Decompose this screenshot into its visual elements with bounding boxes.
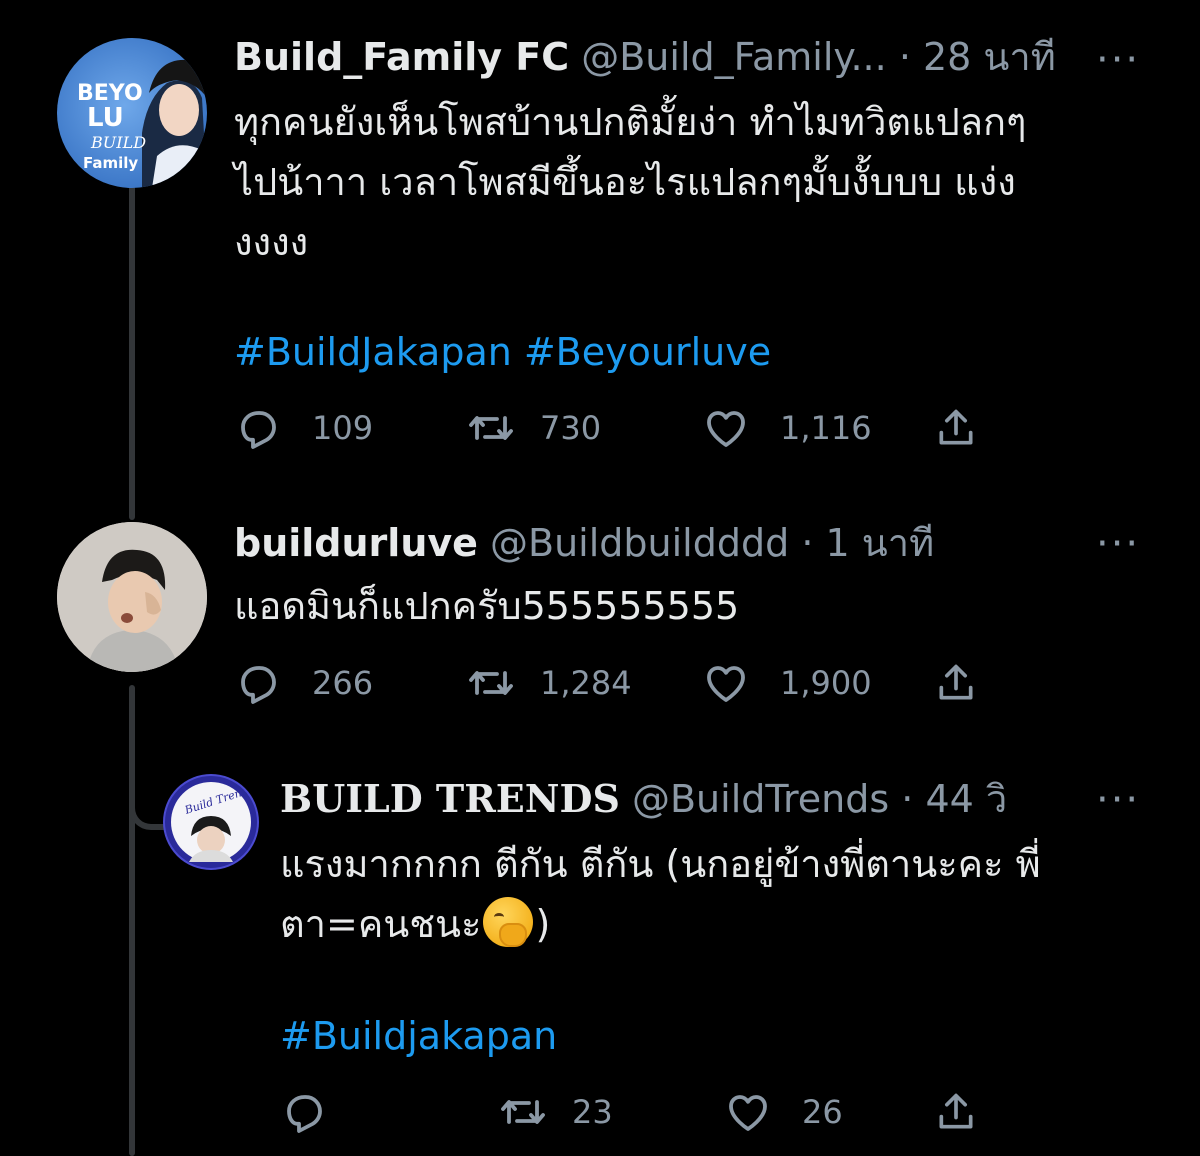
separator-dot: · [801, 521, 814, 565]
display-name[interactable]: BUILD TRENDS [280, 776, 620, 821]
tweet-text-fragment: ตา=คนชนะ [280, 902, 482, 946]
heart-icon [707, 411, 745, 447]
share-button[interactable] [934, 1087, 978, 1137]
tweet-text: ทุกคนยังเห็นโพสบ้านปกติมั้ยง่า ทำไมทวิตแ… [234, 100, 1027, 264]
tweet-header: BUILD TRENDS @BuildTrends · 44 วิ [280, 776, 1007, 822]
reply-icon [241, 411, 276, 449]
share-icon [939, 664, 973, 700]
tweet-text: แรงมากกกก ตีกัน ตีกัน (นกอยู่ข้างพี่ตานะ… [280, 834, 1180, 954]
display-name[interactable]: buildurluve [234, 521, 478, 565]
user-handle[interactable]: @Build_Family... [581, 35, 886, 79]
timestamp[interactable]: 44 วิ [925, 777, 1007, 821]
retweet-icon [501, 1100, 545, 1124]
tweet-header: Build_Family FC @Build_Family... · 28 นา… [234, 34, 1056, 80]
tweet-actions: 109 730 1,116 [234, 403, 994, 453]
reply-count: 266 [312, 664, 374, 702]
like-button[interactable]: 1,900 [702, 658, 872, 708]
like-count: 26 [802, 1093, 843, 1131]
reply-icon [287, 1095, 322, 1133]
svg-text:LU: LU [87, 103, 124, 133]
hashtag-link[interactable]: #Buildjakapan [280, 1014, 557, 1058]
timestamp[interactable]: 1 นาที [826, 521, 935, 565]
like-button[interactable]: 26 [724, 1087, 843, 1137]
share-icon [939, 1093, 973, 1129]
hashtag-list: #Buildjakapan [280, 1013, 569, 1059]
timestamp[interactable]: 28 นาที [923, 35, 1056, 79]
avatar-image [57, 522, 207, 672]
retweet-count: 730 [540, 409, 602, 447]
svg-text:BUILD: BUILD [90, 133, 146, 152]
tweet-actions: 23 26 [280, 1087, 1000, 1137]
thread-connector [129, 170, 135, 520]
face-with-hand-over-mouth-icon [483, 897, 534, 947]
user-handle[interactable]: @BuildTrends [632, 777, 889, 821]
share-button[interactable] [934, 403, 978, 453]
reply-icon [241, 666, 276, 704]
retweet-icon [469, 416, 513, 440]
reply-button[interactable]: 109 [234, 403, 373, 453]
separator-dot: · [901, 777, 914, 821]
tweet-text-fragment: ) [535, 902, 551, 946]
user-handle[interactable]: @Buildbuildddd [490, 521, 789, 565]
avatar-image: Build Trends [171, 782, 256, 862]
reply-button[interactable]: 266 [234, 658, 373, 708]
heart-icon [707, 666, 745, 702]
like-button[interactable]: 1,116 [702, 403, 872, 453]
avatar[interactable]: BEYO LU BUILD Family [57, 38, 207, 188]
like-count: 1,900 [780, 664, 872, 702]
more-options-button[interactable]: ··· [1096, 780, 1140, 820]
retweet-button[interactable]: 23 [498, 1087, 613, 1137]
more-options-button[interactable]: ··· [1096, 40, 1140, 80]
retweet-count: 23 [572, 1093, 613, 1131]
heart-icon [729, 1095, 767, 1131]
tweet-text-line: แรงมากกกก ตีกัน ตีกัน (นกอยู่ข้างพี่ตานะ… [280, 842, 1041, 886]
display-name[interactable]: Build_Family FC [234, 35, 569, 79]
reply-count: 109 [312, 409, 374, 447]
tweet-header: buildurluve @Buildbuildddd · 1 นาที [234, 520, 934, 566]
retweet-icon [469, 671, 513, 695]
hashtag-list: #BuildJakapan #Beyourluve [234, 329, 783, 375]
reply-button[interactable] [280, 1087, 358, 1137]
share-icon [939, 409, 973, 445]
avatar[interactable] [57, 522, 207, 672]
tweet-actions: 266 1,284 1,900 [234, 658, 994, 708]
retweet-button[interactable]: 1,284 [466, 658, 632, 708]
retweet-count: 1,284 [540, 664, 632, 702]
svg-text:Family: Family [83, 154, 138, 172]
more-options-button[interactable]: ··· [1096, 524, 1140, 564]
avatar-image: BEYO LU BUILD Family [77, 59, 207, 188]
retweet-button[interactable]: 730 [466, 403, 601, 453]
avatar[interactable]: Build Trends [163, 774, 259, 870]
like-count: 1,116 [780, 409, 872, 447]
tweet-text-line: ตา=คนชนะ) [280, 894, 1180, 954]
share-button[interactable] [934, 658, 978, 708]
separator-dot: · [898, 35, 911, 79]
hashtag-link[interactable]: #Beyourluve [524, 330, 771, 374]
hashtag-link[interactable]: #BuildJakapan [234, 330, 512, 374]
thread-connector [129, 685, 135, 1156]
tweet-text: แอดมินก็แปกครับ555555555 [234, 584, 740, 628]
